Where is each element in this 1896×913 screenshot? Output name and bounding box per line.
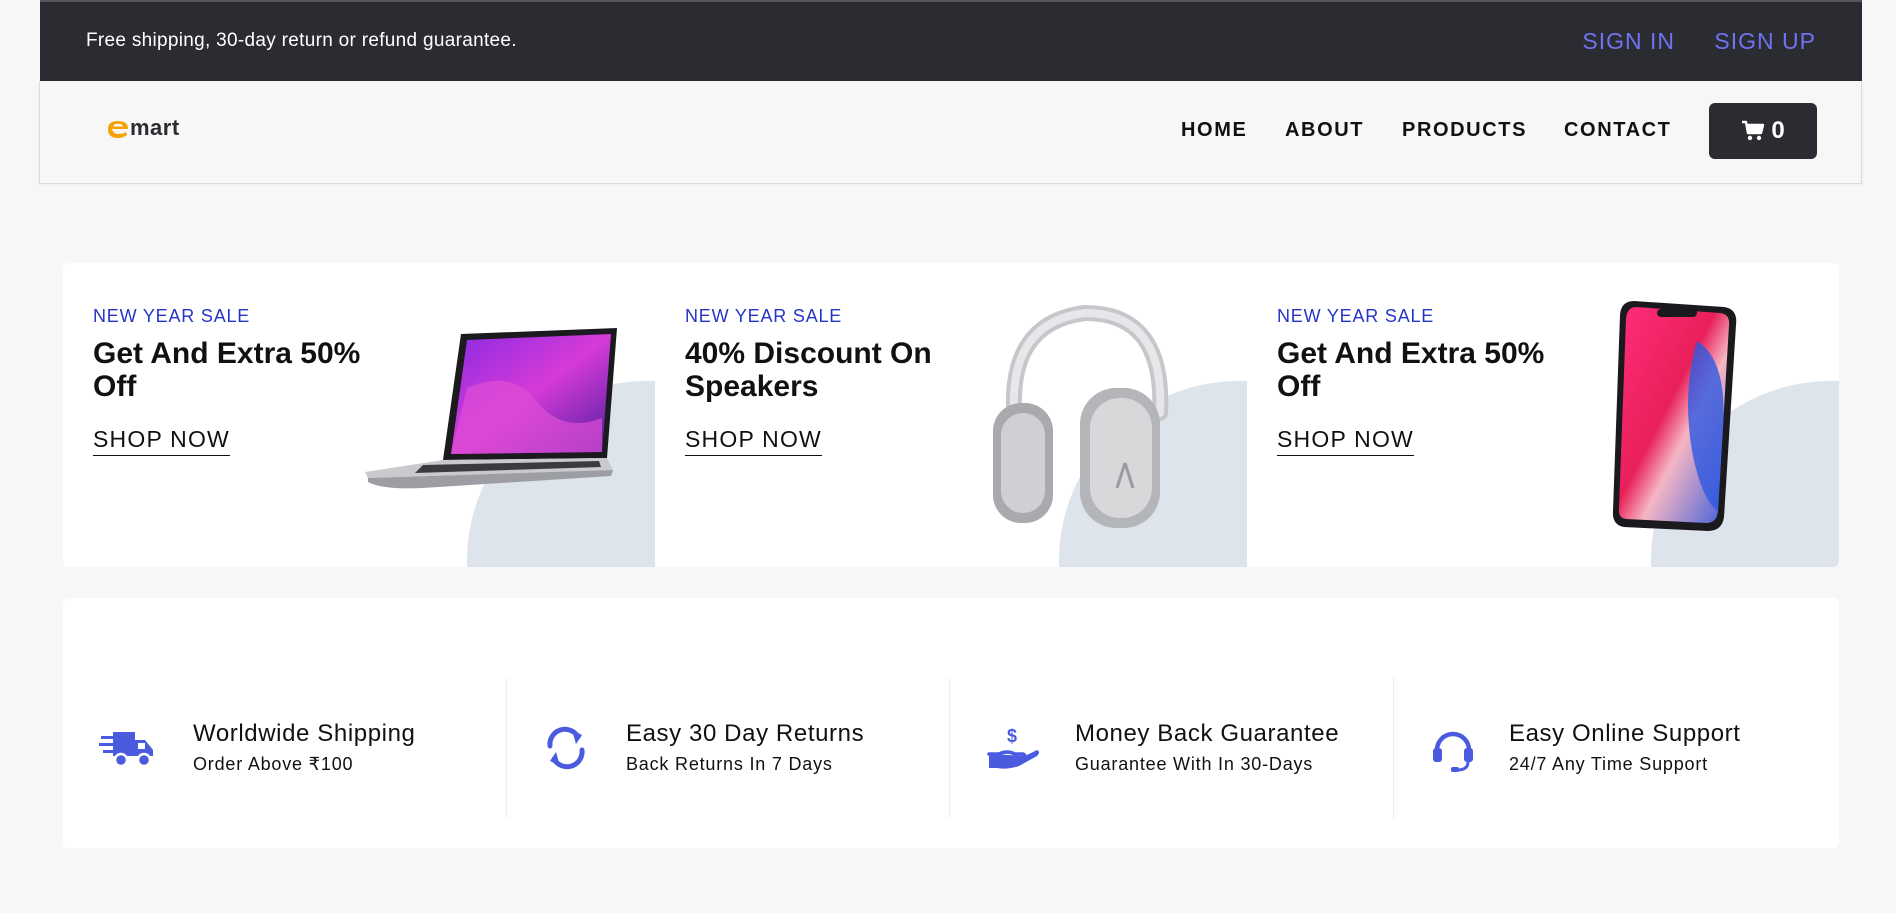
svg-text:mart: mart	[130, 115, 180, 140]
money-hand-icon: $	[987, 726, 1039, 769]
shipping-truck-icon	[99, 732, 153, 768]
feature-title: Easy 30 Day Returns	[626, 720, 865, 747]
feature-subtitle: Back Returns In 7 Days	[626, 754, 833, 774]
promo-card-headphones[interactable]: NEW YEAR SALE 40% Discount On Speakers S…	[655, 263, 1247, 567]
shop-now-link[interactable]: SHOP NOW	[685, 426, 822, 456]
feature-money-back: $ Money Back Guarantee Guarantee With In…	[949, 678, 1393, 818]
headset-icon	[1433, 731, 1473, 772]
svg-text:$: $	[1007, 726, 1017, 746]
smartphone-image	[1612, 301, 1737, 531]
feature-online-support: Easy Online Support 24/7 Any Time Suppor…	[1393, 678, 1839, 818]
emart-logo[interactable]: mart	[104, 115, 234, 146]
promo-headline: 40% Discount On Speakers	[685, 337, 932, 403]
nav-home[interactable]: HOME	[1181, 119, 1247, 142]
cart-count: 0	[1771, 117, 1785, 144]
sign-in-link[interactable]: SIGN IN	[1582, 28, 1675, 55]
refresh-icon	[547, 726, 585, 770]
feature-worldwide-shipping: Worldwide Shipping Order Above ₹100	[63, 678, 506, 818]
shop-now-link[interactable]: SHOP NOW	[1277, 426, 1414, 456]
shop-now-link[interactable]: SHOP NOW	[93, 426, 230, 456]
promo-card-laptop[interactable]: NEW YEAR SALE Get And Extra 50% Off SHOP…	[63, 263, 655, 567]
promo-headline: Get And Extra 50% Off	[93, 337, 361, 403]
shopping-cart-icon	[1742, 120, 1765, 141]
feature-title: Easy Online Support	[1509, 720, 1741, 747]
sign-up-link[interactable]: SIGN UP	[1714, 28, 1816, 55]
feature-divider	[949, 678, 950, 818]
cart-button[interactable]: 0	[1709, 103, 1817, 159]
promo-text: Free shipping, 30-day return or refund g…	[86, 30, 517, 51]
feature-subtitle: Order Above ₹100	[193, 754, 354, 774]
nav-products[interactable]: PRODUCTS	[1402, 119, 1527, 142]
feature-title: Worldwide Shipping	[193, 720, 416, 747]
emart-logo-mark: mart	[108, 115, 180, 140]
promo-tag: NEW YEAR SALE	[93, 306, 251, 326]
top-announcement-bar: Free shipping, 30-day return or refund g…	[40, 0, 1862, 81]
features-section: Worldwide Shipping Order Above ₹100 Easy…	[63, 598, 1839, 848]
feature-subtitle: 24/7 Any Time Support	[1509, 754, 1708, 774]
main-navbar: mart HOME ABOUT PRODUCTS CONTACT 0	[39, 81, 1862, 184]
feature-subtitle: Guarantee With In 30-Days	[1075, 754, 1314, 774]
feature-divider	[1393, 678, 1394, 818]
nav-contact[interactable]: CONTACT	[1564, 119, 1671, 142]
nav-about[interactable]: ABOUT	[1285, 119, 1364, 142]
promo-tag: NEW YEAR SALE	[1277, 306, 1435, 326]
feature-easy-returns: Easy 30 Day Returns Back Returns In 7 Da…	[506, 678, 949, 818]
promo-tag: NEW YEAR SALE	[685, 306, 843, 326]
headphones-image	[993, 304, 1169, 528]
promo-headline: Get And Extra 50% Off	[1277, 337, 1545, 403]
feature-divider	[506, 678, 507, 818]
laptop-image	[365, 328, 617, 489]
promo-card-smartphone[interactable]: NEW YEAR SALE Get And Extra 50% Off SHOP…	[1247, 263, 1839, 567]
feature-title: Money Back Guarantee	[1075, 720, 1340, 747]
